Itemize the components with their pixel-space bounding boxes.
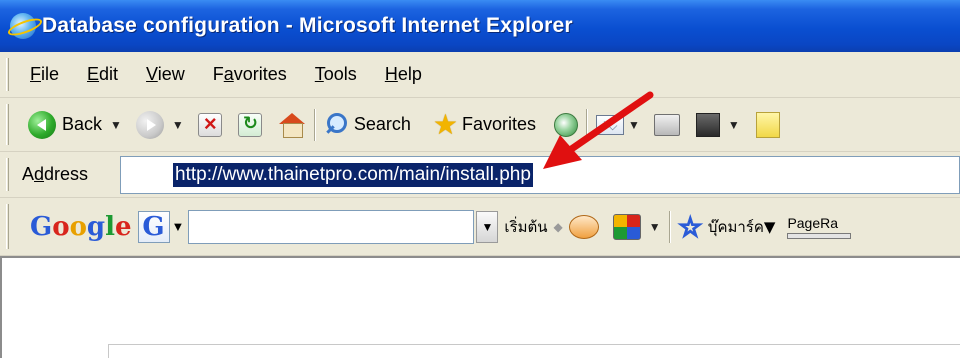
search-label: Search [353,114,411,134]
google-search-dropdown-icon[interactable]: ▼ [476,210,499,243]
browser-window: Database configuration - Microsoft Inter… [0,0,960,358]
mail-dropdown-icon[interactable]: ▼ [628,118,640,132]
google-separator-icon: ◆ [553,219,563,234]
menu-bar: File Edit View Favorites Tools Help [0,52,960,98]
refresh-button[interactable] [237,112,262,137]
pagerank-indicator: PageRa [787,214,852,239]
forward-dropdown-icon[interactable]: ▼ [172,118,184,132]
address-input[interactable]: http://www.thainetpro.com/main/install.p… [120,156,960,194]
toolbar-separator [313,108,316,141]
window-title: Database configuration - Microsoft Inter… [42,14,573,37]
address-url[interactable]: http://www.thainetpro.com/main/install.p… [173,163,533,187]
google-start-button[interactable]: เริ่มต้น [504,215,547,239]
address-bar: Address http://www.thainetpro.com/main/i… [0,152,960,198]
menu-file[interactable]: File [30,64,59,85]
bookmark-star-icon[interactable]: ☆ [678,213,703,241]
google-toolbar-separator [668,210,671,243]
back-arrow-icon [28,110,56,139]
note-icon [755,111,780,138]
favorites-star-icon: ★ [432,108,458,140]
page-icon [139,164,161,186]
google-toolbar: Google G ▼ ▼ เริ่มต้น ◆ ▼ ☆ บุ๊คมาร์ค▼ P… [0,198,960,256]
pagerank-bar [787,232,852,239]
menu-favorites[interactable]: Favorites [213,64,287,85]
menu-edit[interactable]: Edit [87,64,118,85]
stop-icon [197,111,222,137]
address-bar-grip[interactable] [6,158,9,191]
edit-dropdown-icon[interactable]: ▼ [728,118,740,132]
edit-icon [695,112,720,137]
stop-button[interactable] [197,111,222,137]
page-content [0,256,960,358]
google-menu-dropdown-icon[interactable]: ▼ [172,219,185,234]
menu-tools[interactable]: Tools [315,64,357,85]
refresh-icon [237,112,262,137]
menu-bar-grip[interactable] [6,58,9,91]
menu-view[interactable]: View [146,64,185,85]
media-icon [554,112,578,137]
back-dropdown-icon[interactable]: ▼ [110,118,122,132]
pagerank-label: PageRa [787,214,839,231]
title-bar[interactable]: Database configuration - Microsoft Inter… [0,0,960,52]
google-options-dropdown-icon[interactable]: ▼ [649,220,661,234]
google-menu-button[interactable]: G [137,210,170,243]
home-icon [278,112,306,138]
mail-button[interactable]: ▼ [596,114,640,135]
forward-button[interactable]: ▼ [135,110,184,139]
google-logo[interactable]: Google [30,212,132,242]
content-frame [108,344,960,358]
search-button[interactable]: Search [324,112,411,137]
google-toolbar-grip[interactable] [6,204,9,249]
google-news-icon[interactable] [568,214,599,239]
forward-arrow-icon [135,110,164,139]
home-button[interactable] [278,112,306,138]
print-icon [653,113,680,136]
toolbar-grip[interactable] [6,104,9,145]
toolbar-separator [586,108,588,141]
media-button[interactable] [554,112,578,137]
google-search-input[interactable] [188,209,475,244]
menu-help[interactable]: Help [385,64,422,85]
edit-button[interactable]: ▼ [695,112,740,137]
standard-toolbar: Back ▼ ▼ Search ★ Favorites ▼ ▼ [0,98,960,152]
back-label: Back [62,114,103,134]
back-button[interactable]: Back ▼ [28,110,122,139]
address-label: Address [22,164,89,184]
internet-explorer-icon[interactable] [10,13,36,39]
search-icon [324,112,348,137]
mail-icon [596,114,624,135]
favorites-button[interactable]: ★ Favorites [432,108,536,140]
bookmarks-button[interactable]: บุ๊คมาร์ค▼ [708,215,776,239]
google-options-icon[interactable] [612,213,641,240]
favorites-label: Favorites [461,114,536,134]
print-button[interactable] [653,113,680,136]
note-button[interactable] [755,111,780,138]
